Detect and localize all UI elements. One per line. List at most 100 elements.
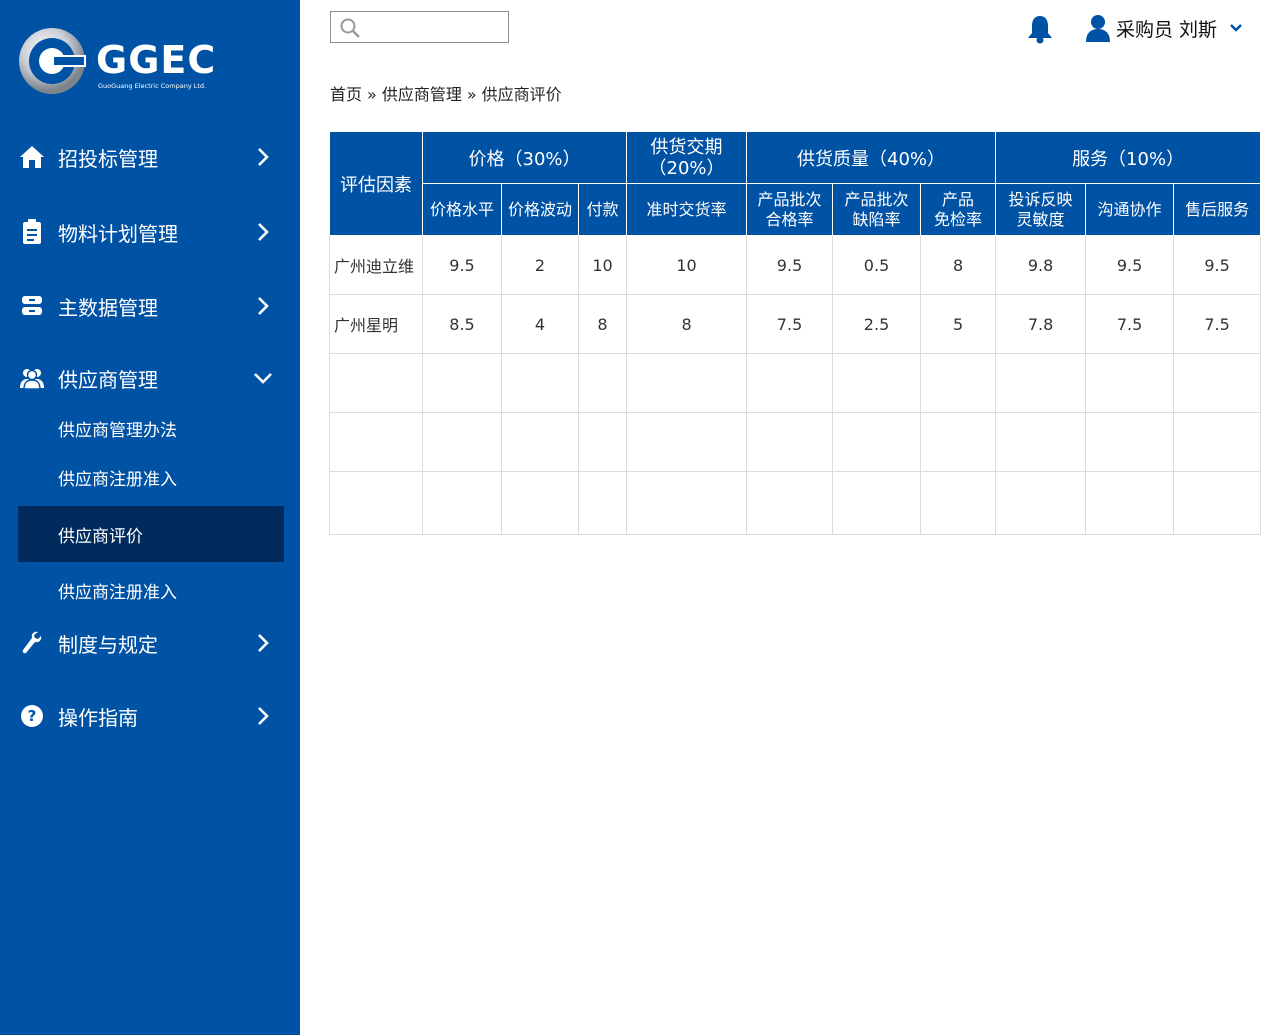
subnav-label: 供应商注册准入 (58, 582, 177, 603)
bell-icon (1028, 16, 1052, 44)
score-cell (746, 471, 834, 535)
score-cell (626, 471, 748, 535)
svg-text:?: ? (28, 707, 37, 725)
header-group-delivery-line1: 供货交期 (650, 136, 723, 158)
score-cell: 7.5 (746, 294, 834, 354)
score-cell (626, 353, 748, 413)
table-row[interactable] (329, 353, 1262, 413)
supplier-name-cell (329, 471, 423, 535)
score-cell (501, 412, 579, 472)
subheader-cell: 投诉反映 灵敏度 (995, 183, 1087, 236)
subheader-cell: 准时交货率 (626, 183, 748, 236)
nav-item-regulations[interactable]: 制度与规定 (18, 623, 284, 663)
score-cell: 8 (626, 294, 748, 354)
chevron-right-icon (258, 634, 269, 652)
header-factor: 评估因素 (329, 131, 423, 236)
header-group-price: 价格（30%） (421, 131, 628, 184)
score-cell: 9.5 (1173, 235, 1262, 295)
chevron-down-icon (1230, 24, 1242, 32)
table-row[interactable] (329, 412, 1262, 472)
chevron-right-icon (258, 297, 269, 315)
score-cell: 7.5 (1085, 294, 1175, 354)
help-icon: ? (18, 702, 46, 730)
score-cell (995, 471, 1087, 535)
subnav-supplier-policy[interactable]: 供应商管理办法 (18, 408, 284, 448)
score-cell: 0.5 (832, 235, 922, 295)
score-cell: 10 (577, 235, 628, 295)
score-cell (626, 412, 748, 472)
score-cell (746, 353, 834, 413)
score-cell (422, 471, 502, 535)
score-cell (1173, 353, 1262, 413)
subheader-cell: 付款 (577, 183, 628, 236)
score-cell: 8.5 (422, 294, 502, 354)
supplier-name-cell (329, 412, 423, 472)
subheader-cell: 产品 免检率 (920, 183, 997, 236)
score-cell: 9.8 (995, 235, 1087, 295)
home-icon (18, 143, 46, 171)
score-cell: 9.5 (746, 235, 834, 295)
score-cell: 10 (626, 235, 748, 295)
user-name: 采购员 刘斯 (1116, 18, 1218, 41)
score-cell (920, 412, 997, 472)
nav-item-guide[interactable]: ? 操作指南 (18, 696, 284, 736)
evaluation-table-container: 评估因素 价格（30%） 供货交期 （20%） 供货质量（40%） 服务（10%… (329, 131, 1262, 535)
breadcrumb: 首页» 供应商管理» 供应商评价 (330, 81, 562, 105)
breadcrumb-home[interactable]: 首页 (330, 85, 362, 104)
sidebar: GGEC GuoGuang Electric Company Ltd. 招投标管… (0, 0, 300, 1035)
subnav-supplier-evaluation[interactable]: 供应商评价 (18, 506, 284, 562)
clipboard-icon (18, 218, 46, 246)
user-menu[interactable]: 采购员 刘斯 (1086, 14, 1243, 42)
nav-item-material-plan[interactable]: 物料计划管理 (18, 212, 284, 252)
score-cell (832, 471, 922, 535)
subheader-line2: 灵敏度 (1016, 209, 1065, 229)
nav-label: 制度与规定 (58, 632, 158, 657)
supplier-name-cell: 广州迪立维 (329, 235, 423, 295)
chevron-right-icon (258, 223, 269, 241)
chevron-down-icon (254, 373, 272, 384)
score-cell (1085, 412, 1175, 472)
subheader-line2: 合格率 (765, 209, 814, 229)
brand-subtitle: GuoGuang Electric Company Ltd. (98, 82, 207, 90)
subheader-line1: 付款 (586, 199, 619, 219)
subnav-supplier-registration-2[interactable]: 供应商注册准入 (18, 570, 284, 610)
subheader-line1: 产品 (942, 189, 975, 209)
header-group-quality: 供货质量（40%） (746, 131, 997, 184)
score-cell (1085, 353, 1175, 413)
score-cell (995, 353, 1087, 413)
table-row[interactable]: 广州迪立维 9.5 2 10 10 9.5 0.5 8 9.8 9.5 9.5 (329, 235, 1262, 295)
chevron-right-icon (258, 707, 269, 725)
subnav-label: 供应商评价 (58, 526, 143, 547)
score-cell (577, 353, 628, 413)
users-icon (18, 364, 46, 392)
score-cell (920, 471, 997, 535)
nav-label: 物料计划管理 (58, 221, 178, 246)
subheader-line1: 产品批次 (757, 189, 822, 209)
subheader-cell: 产品批次 缺陷率 (832, 183, 922, 236)
score-cell (501, 471, 579, 535)
nav-label: 供应商管理 (58, 367, 158, 392)
score-cell (422, 412, 502, 472)
notification-button[interactable] (1026, 14, 1054, 48)
score-cell: 8 (577, 294, 628, 354)
nav-label: 主数据管理 (58, 295, 158, 320)
nav-item-bidding[interactable]: 招投标管理 (18, 137, 284, 177)
score-cell (995, 412, 1087, 472)
supplier-name-cell: 广州星明 (329, 294, 423, 354)
search-box[interactable] (330, 11, 509, 43)
subnav-supplier-registration[interactable]: 供应商注册准入 (18, 457, 284, 497)
score-cell (746, 412, 834, 472)
nav-item-supplier[interactable]: 供应商管理 (18, 358, 284, 398)
subheader-line1: 投诉反映 (1008, 189, 1073, 209)
logo-mark-icon (19, 28, 86, 94)
score-cell: 7.8 (995, 294, 1087, 354)
nav-item-master-data[interactable]: 主数据管理 (18, 286, 284, 326)
subheader-line1: 价格波动 (507, 199, 572, 219)
breadcrumb-supplier[interactable]: 供应商管理 (382, 85, 462, 104)
table-row[interactable] (329, 471, 1262, 535)
table-row[interactable]: 广州星明 8.5 4 8 8 7.5 2.5 5 7.8 7.5 7.5 (329, 294, 1262, 354)
search-input[interactable] (365, 16, 507, 40)
subheader-cell: 沟通协作 (1085, 183, 1175, 236)
search-icon (340, 18, 360, 38)
score-cell: 2.5 (832, 294, 922, 354)
